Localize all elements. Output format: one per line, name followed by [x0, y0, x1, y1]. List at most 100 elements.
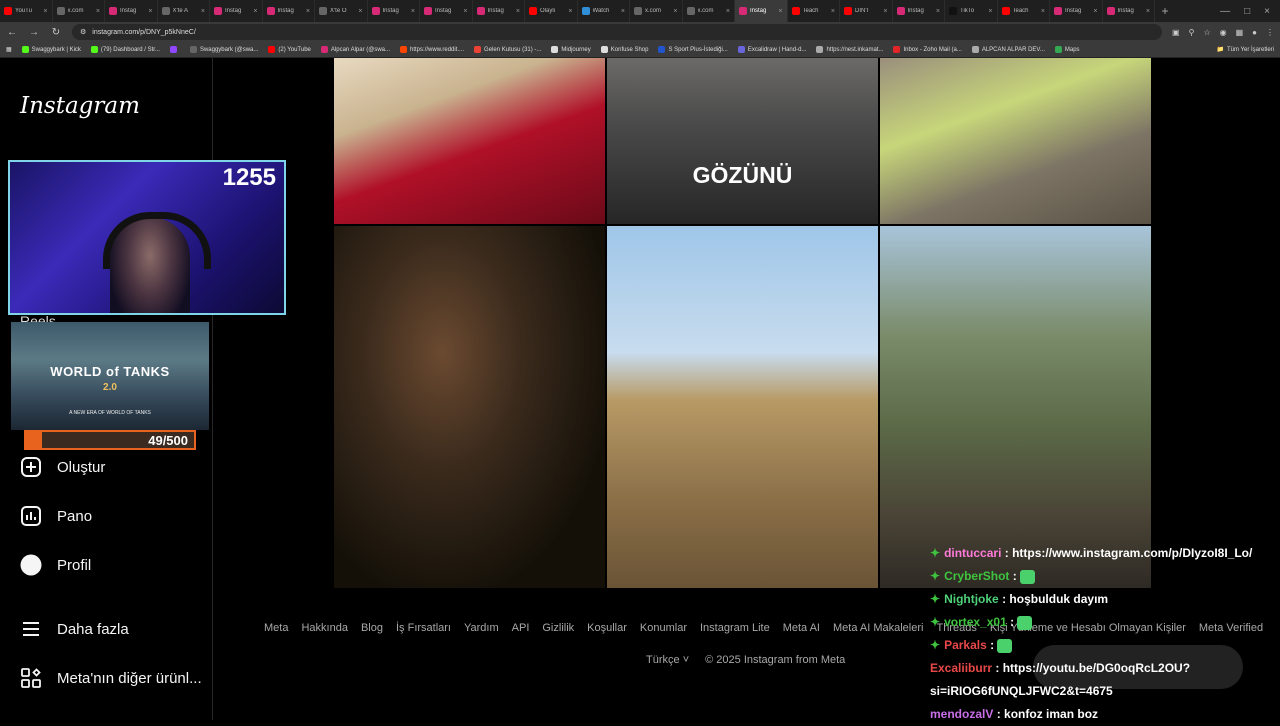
new-tab-icon[interactable]: + — [1155, 4, 1175, 18]
post-tile[interactable] — [880, 226, 1151, 588]
apps-icon[interactable]: ▦ — [6, 46, 12, 53]
sidebar-item-dashboard[interactable]: Pano — [20, 505, 92, 527]
bookmark-item[interactable]: Maps — [1054, 46, 1080, 53]
tab-close-icon[interactable]: × — [726, 8, 730, 15]
chat-username[interactable]: CryberShot — [944, 569, 1009, 583]
install-icon[interactable]: ▣ — [1172, 28, 1180, 37]
tab-close-icon[interactable]: × — [516, 8, 520, 15]
tab-close-icon[interactable]: × — [148, 8, 152, 15]
bookmark-item[interactable]: https://www.reddit.... — [400, 46, 464, 53]
sidebar-item-profile[interactable]: Profil — [20, 554, 91, 576]
extensions-puzzle-icon[interactable]: ▦ — [1236, 28, 1244, 37]
star-bookmark-icon[interactable]: ☆ — [1203, 28, 1210, 37]
chat-username[interactable]: Excaliiburr — [930, 661, 992, 675]
browser-tab[interactable]: x.com × — [53, 0, 105, 22]
chat-username[interactable]: vortex_x01 — [944, 615, 1007, 629]
back-icon[interactable]: ← — [6, 27, 18, 38]
language-selector[interactable]: Türkçe ˅ — [646, 654, 689, 666]
tab-close-icon[interactable]: × — [1146, 8, 1150, 15]
sidebar-item-meta-products[interactable]: Meta'nın diğer ürünl... — [20, 667, 202, 689]
instagram-logo[interactable]: Instagram — [20, 93, 140, 119]
tab-close-icon[interactable]: × — [883, 8, 887, 15]
browser-tab[interactable]: X'te O × — [315, 0, 368, 22]
bookmark-item[interactable]: ALPCAN ALPAR DEV... — [971, 46, 1045, 53]
extension-icon[interactable]: ◉ — [1220, 28, 1227, 37]
browser-tab[interactable]: Instag × — [420, 0, 473, 22]
tab-close-icon[interactable]: × — [1041, 8, 1045, 15]
browser-tab[interactable]: Olaylı × — [525, 0, 578, 22]
tab-close-icon[interactable]: × — [568, 8, 572, 15]
browser-tab[interactable]: DIN'I × — [840, 0, 893, 22]
bookmark-item[interactable]: Konfuse Shop — [600, 46, 648, 53]
bookmark-item[interactable]: Midjourney — [551, 46, 591, 53]
post-tile[interactable] — [880, 58, 1151, 224]
more-menu-icon[interactable]: ⋮ — [1266, 28, 1274, 37]
footer-link[interactable]: Yardım — [464, 622, 499, 634]
bookmark-item[interactable]: Gelen Kutusu (31) -... — [474, 46, 541, 53]
tab-close-icon[interactable]: × — [988, 8, 992, 15]
footer-link[interactable]: Instagram Lite — [700, 622, 770, 634]
tab-close-icon[interactable]: × — [411, 8, 415, 15]
browser-tab[interactable]: x.com × — [683, 0, 735, 22]
browser-tab[interactable]: X'te A × — [158, 0, 210, 22]
browser-tab[interactable]: TikTo × — [945, 0, 998, 22]
footer-link[interactable]: İş Fırsatları — [396, 622, 451, 634]
tab-close-icon[interactable]: × — [936, 8, 940, 15]
browser-tab[interactable]: Instag × — [263, 0, 315, 22]
footer-link[interactable]: Hakkında — [301, 622, 347, 634]
tab-close-icon[interactable]: × — [306, 8, 310, 15]
post-tile[interactable] — [334, 58, 605, 224]
browser-tab[interactable]: Instag × — [893, 0, 945, 22]
tab-close-icon[interactable]: × — [358, 8, 362, 15]
tab-close-icon[interactable]: × — [673, 8, 677, 15]
browser-tab[interactable]: Instag × — [368, 0, 420, 22]
sidebar-item-create[interactable]: Oluştur — [20, 456, 105, 478]
bookmark-item[interactable]: Excalidraw | Hand-d... — [737, 46, 806, 53]
bookmark-item[interactable]: https://nest.inkamat... — [816, 46, 883, 53]
chat-username[interactable]: mendozalV — [930, 707, 993, 721]
tab-close-icon[interactable]: × — [201, 8, 205, 15]
tab-close-icon[interactable]: × — [253, 8, 257, 15]
bookmark-item[interactable]: Inbox - Zoho Mail (a... — [893, 46, 962, 53]
tab-close-icon[interactable]: × — [96, 8, 100, 15]
browser-tab[interactable]: Instag × — [473, 0, 525, 22]
tab-close-icon[interactable]: × — [1093, 8, 1097, 15]
all-bookmarks-folder[interactable]: 📁 Tüm Yer İşaretleri — [1216, 46, 1274, 54]
maximize-icon[interactable]: □ — [1244, 6, 1250, 17]
bookmark-item[interactable]: S Sport Plus-İstediği... — [658, 46, 728, 53]
browser-tab[interactable]: Instag × — [1050, 0, 1103, 22]
url-field[interactable]: ⚙ instagram.com/p/DNY_p5kNneC/ — [72, 24, 1163, 40]
browser-tab[interactable]: x.com × — [630, 0, 683, 22]
browser-tab[interactable]: Instag × — [105, 0, 158, 22]
profile-icon[interactable]: ● — [1252, 28, 1257, 37]
browser-tab[interactable]: Watch × — [578, 0, 630, 22]
footer-link[interactable]: API — [512, 622, 530, 634]
chat-username[interactable]: Nightjoke — [944, 592, 999, 606]
browser-tab[interactable]: YouTu × — [0, 0, 53, 22]
chat-username[interactable]: dintuccari — [944, 546, 1001, 560]
tab-close-icon[interactable]: × — [463, 8, 467, 15]
tab-close-icon[interactable]: × — [778, 8, 782, 15]
footer-link[interactable]: Meta AI — [783, 622, 820, 634]
site-info-icon[interactable]: ⚙ — [80, 28, 86, 36]
browser-tab[interactable]: Teach × — [788, 0, 840, 22]
minimize-icon[interactable]: — — [1220, 6, 1230, 17]
footer-link[interactable]: Konumlar — [640, 622, 687, 634]
bookmark-item[interactable] — [169, 46, 180, 53]
forward-icon[interactable]: → — [28, 27, 40, 38]
reload-icon[interactable]: ↻ — [50, 27, 62, 38]
post-tile[interactable]: GÖZÜNÜ — [607, 58, 878, 224]
chat-username[interactable]: Parkals — [944, 638, 987, 652]
bookmark-item[interactable]: Swaggybark (@swa... — [189, 46, 258, 53]
bookmark-item[interactable]: (79) Dashboard / Str... — [90, 46, 160, 53]
browser-tab[interactable]: Instag × — [1103, 0, 1155, 22]
post-tile[interactable] — [334, 226, 605, 588]
browser-tab[interactable]: Instag × — [735, 0, 788, 22]
tab-close-icon[interactable]: × — [43, 8, 47, 15]
browser-tab[interactable]: Teach × — [998, 0, 1050, 22]
footer-link[interactable]: Meta — [264, 622, 288, 634]
sidebar-item-more[interactable]: Daha fazla — [20, 618, 129, 640]
post-tile[interactable] — [607, 226, 878, 588]
tab-close-icon[interactable]: × — [621, 8, 625, 15]
footer-link[interactable]: Gizlilik — [542, 622, 574, 634]
